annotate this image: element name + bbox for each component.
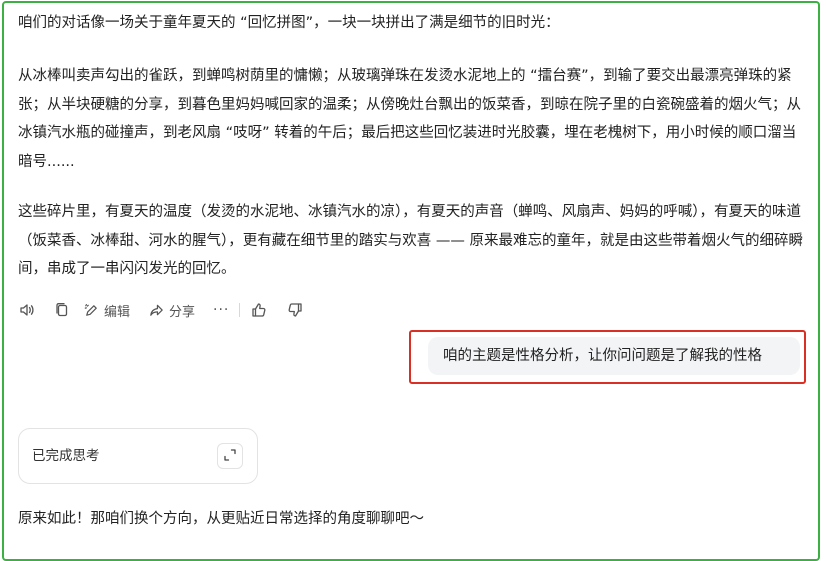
speaker-icon bbox=[18, 301, 36, 319]
share-button[interactable]: 分享 bbox=[148, 297, 195, 323]
action-divider bbox=[239, 303, 241, 317]
more-button[interactable]: ··· bbox=[213, 297, 229, 323]
edit-button[interactable]: 编辑 bbox=[83, 297, 130, 323]
read-aloud-button[interactable] bbox=[18, 297, 36, 323]
more-icon: ··· bbox=[213, 302, 230, 318]
expand-thinking-button[interactable] bbox=[217, 443, 243, 469]
copy-icon bbox=[53, 301, 71, 319]
thinking-status-label: 已完成思考 bbox=[32, 448, 100, 464]
like-button[interactable] bbox=[250, 297, 268, 323]
message-action-bar: 编辑 分享 ··· bbox=[18, 297, 304, 323]
assistant-paragraph-memories: 从冰棒叫卖声勾出的雀跃，到蝉鸣树荫里的慵懒；从玻璃弹珠在发烫水泥地上的 “擂台赛… bbox=[18, 68, 801, 170]
thinking-status-card[interactable]: 已完成思考 bbox=[18, 428, 258, 484]
assistant-reply-text: 原来如此！那咱们换个方向，从更贴近日常选择的角度聊聊吧～ bbox=[18, 511, 424, 527]
assistant-paragraph-summary: 这些碎片里，有夏天的温度（发烫的水泥地、冰镇汽水的凉），有夏天的声音（蝉鸣、风扇… bbox=[18, 204, 803, 277]
share-icon bbox=[148, 302, 165, 319]
share-label: 分享 bbox=[169, 304, 196, 320]
user-message-text: 咱的主题是性格分析，让你问问题是了解我的性格 bbox=[443, 348, 762, 364]
copy-button[interactable] bbox=[53, 297, 71, 323]
thumbs-down-icon bbox=[286, 301, 304, 319]
assistant-paragraph-intro: 咱们的对话像一场关于童年夏天的 “回忆拼图”，一块一块拼出了满是细节的旧时光： bbox=[18, 15, 560, 31]
dislike-button[interactable] bbox=[286, 297, 304, 323]
edit-label: 编辑 bbox=[104, 304, 131, 320]
expand-icon bbox=[223, 447, 237, 466]
user-message-bubble: 咱的主题是性格分析，让你问问题是了解我的性格 bbox=[428, 337, 800, 375]
edit-icon bbox=[83, 302, 100, 319]
thumbs-up-icon bbox=[250, 301, 268, 319]
